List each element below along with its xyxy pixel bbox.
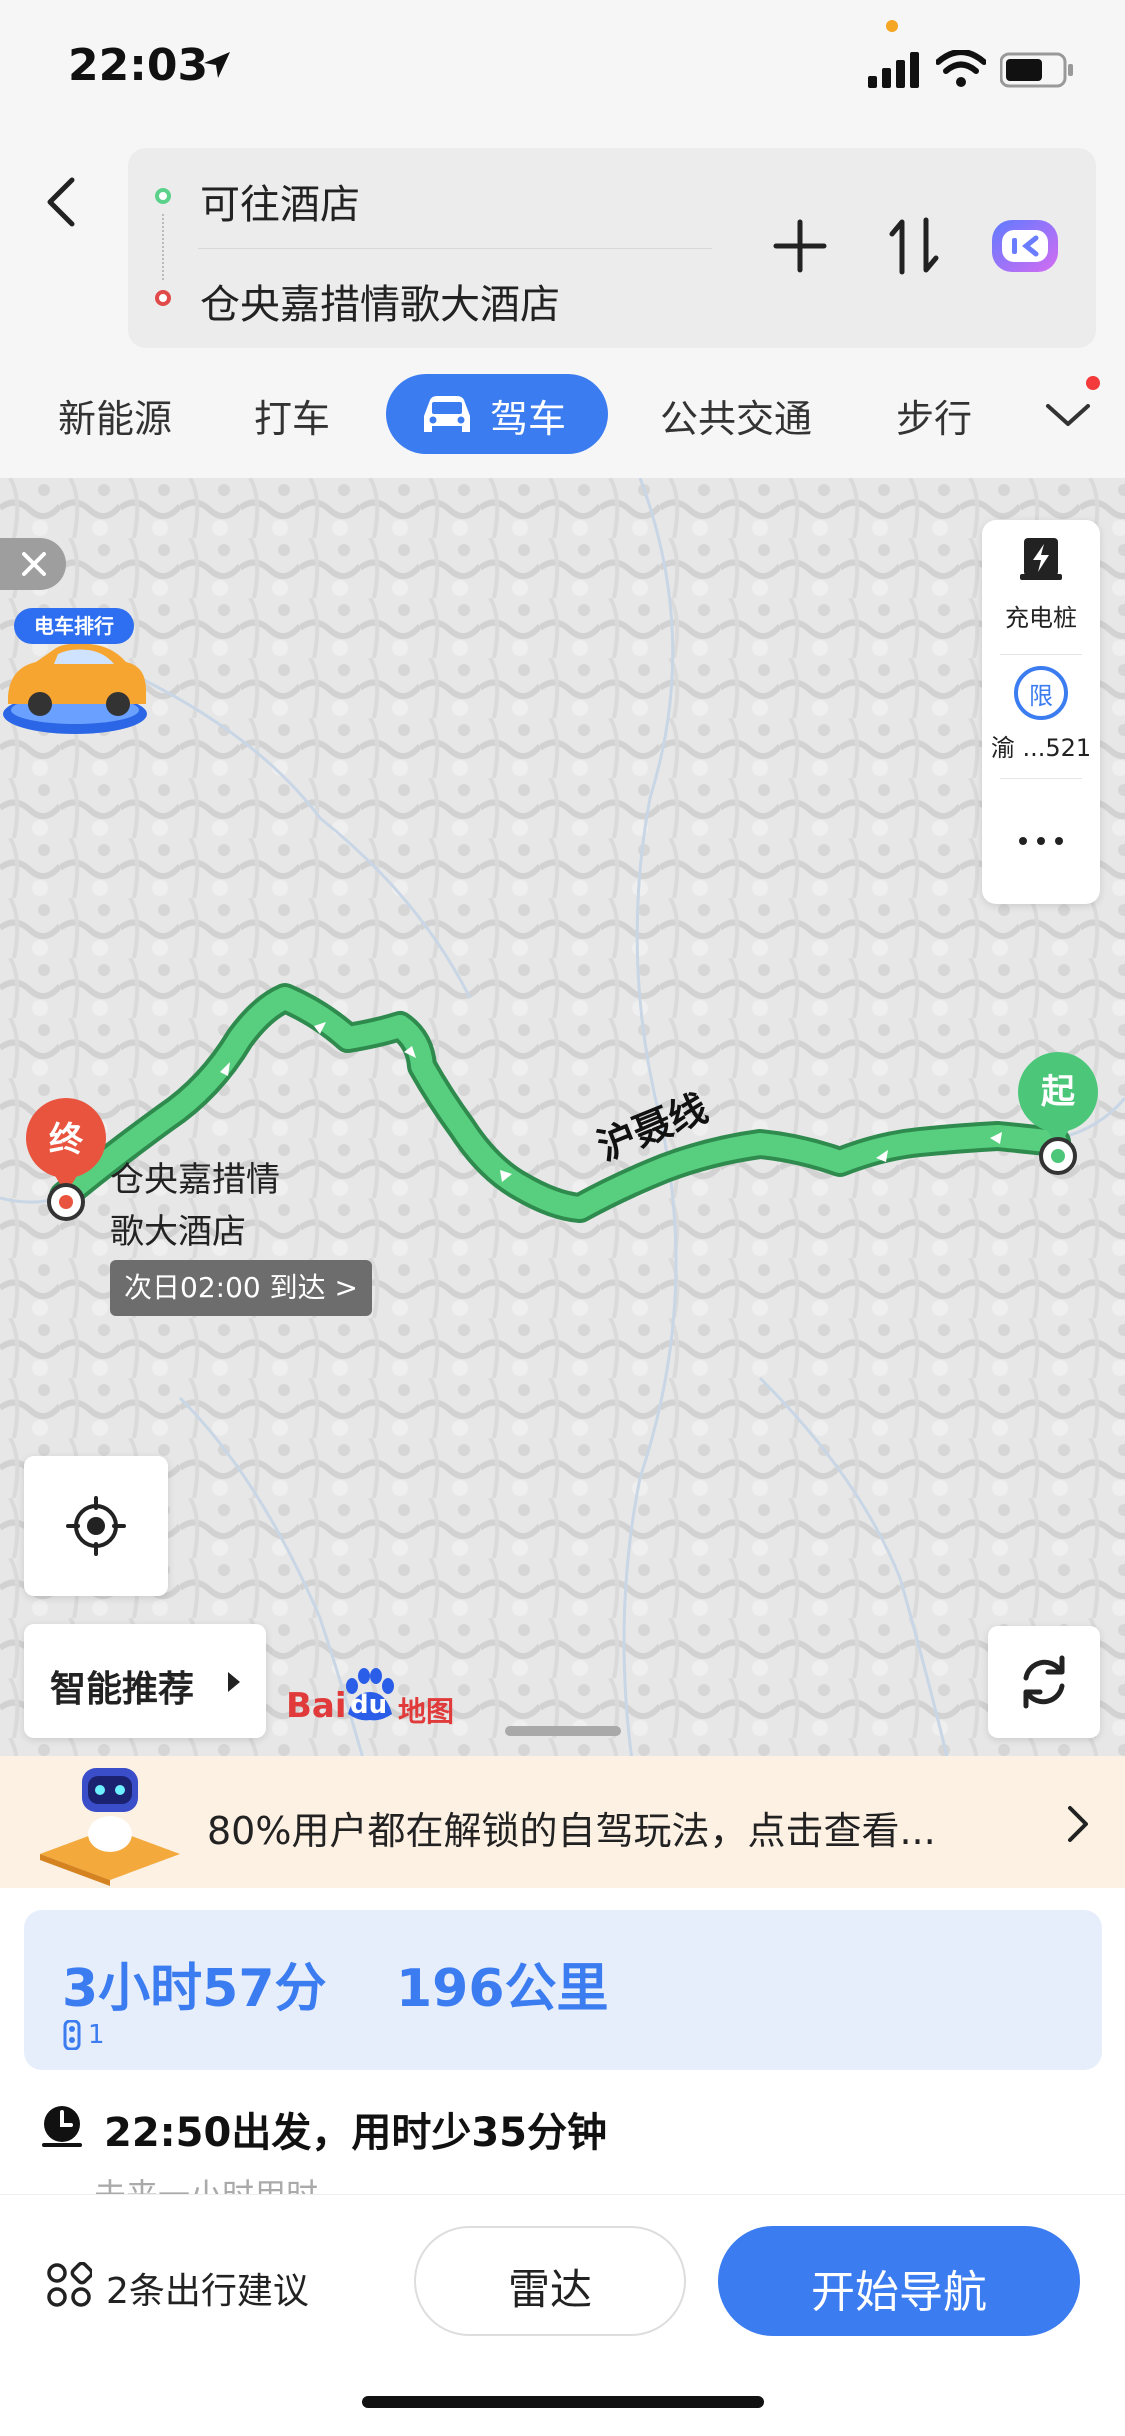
tab-taxi[interactable]: 打车 xyxy=(254,388,330,443)
wifi-icon xyxy=(936,50,986,87)
signal-icon xyxy=(868,52,919,88)
triangle-right-icon xyxy=(228,1672,240,1692)
destination-name-line2: 歌大酒店 xyxy=(110,1212,246,1252)
route-divider xyxy=(198,248,712,249)
back-icon[interactable] xyxy=(42,172,82,232)
destination-map-label: 仓央嘉措情 歌大酒店 xyxy=(110,1154,280,1258)
suggestions-icon xyxy=(47,2262,92,2307)
battery-icon xyxy=(1000,52,1073,88)
end-pin-label: 终 xyxy=(49,1120,83,1160)
baidu-logo-map: 地图 xyxy=(398,1695,455,1728)
tab-drive-label: 驾车 xyxy=(490,397,567,441)
origin-field[interactable]: 可往酒店 xyxy=(200,172,360,230)
destination-field[interactable]: 仓央嘉措情歌大酒店 xyxy=(200,272,560,330)
locate-icon xyxy=(66,1496,126,1556)
destination-dot xyxy=(155,290,171,306)
tab-public-transit[interactable]: 公共交通 xyxy=(660,388,812,443)
more-icon[interactable] xyxy=(1016,834,1066,848)
route-duration: 3小时57分 xyxy=(62,1959,327,2019)
refresh-icon xyxy=(1023,1655,1065,1709)
radar-button-label: 雷达 xyxy=(507,2265,592,2314)
notification-dot xyxy=(1086,376,1100,390)
clock-icon xyxy=(42,2106,82,2147)
traffic-light-icon xyxy=(63,2020,81,2050)
add-waypoint-icon[interactable] xyxy=(772,218,828,274)
robot-mascot-icon xyxy=(40,1768,180,1886)
restriction-badge: 限 xyxy=(1029,682,1053,710)
home-indicator[interactable] xyxy=(362,2396,764,2408)
car-icon xyxy=(424,396,470,432)
baidu-logo-du: du xyxy=(350,1690,388,1720)
charging-station-icon[interactable] xyxy=(1016,534,1066,584)
arrival-time-badge[interactable]: 次日02:00 到达 > xyxy=(110,1260,372,1316)
restriction-label[interactable]: 渝 ...521 xyxy=(982,728,1100,763)
route-connector xyxy=(162,214,166,280)
tab-new-energy[interactable]: 新能源 xyxy=(58,388,172,443)
panel-divider xyxy=(1000,778,1082,779)
departure-subtext: 未来一小时用时 xyxy=(94,2176,319,2196)
travel-tips-link[interactable]: 2条出行建议 xyxy=(106,2262,309,2314)
sheet-drag-handle[interactable] xyxy=(505,1726,621,1736)
departure-info[interactable]: 22:50出发，用时少35分钟 xyxy=(104,2100,607,2158)
ev-ranking-badge[interactable]: 电车排行 xyxy=(14,608,134,644)
route-distance: 196公里 xyxy=(396,1959,609,2019)
tab-walk[interactable]: 步行 xyxy=(896,388,972,443)
destination-name-line1: 仓央嘉措情 xyxy=(110,1160,280,1200)
start-navigation-label: 开始导航 xyxy=(811,2267,987,2318)
panel-divider xyxy=(1000,654,1082,655)
start-pin-label: 起 xyxy=(1041,1072,1075,1112)
assistant-icon[interactable] xyxy=(988,214,1062,278)
status-time: 22:03 xyxy=(68,40,209,91)
smart-recommend-label: 智能推荐 xyxy=(50,1669,195,1710)
baidu-logo-bai: Bai xyxy=(286,1686,347,1726)
location-arrow-icon xyxy=(204,52,230,78)
swap-icon[interactable] xyxy=(886,214,942,278)
traffic-light-count: 1 xyxy=(88,2020,105,2050)
close-icon xyxy=(22,552,46,576)
chevron-right-icon[interactable] xyxy=(1066,1804,1090,1844)
privacy-indicator xyxy=(886,20,898,32)
chevron-down-icon[interactable] xyxy=(1044,400,1092,430)
origin-dot xyxy=(155,188,171,204)
promo-banner-text[interactable]: 80%用户都在解锁的自驾玩法，点击查看... xyxy=(207,1800,936,1855)
charging-station-label[interactable]: 充电桩 xyxy=(982,598,1100,633)
